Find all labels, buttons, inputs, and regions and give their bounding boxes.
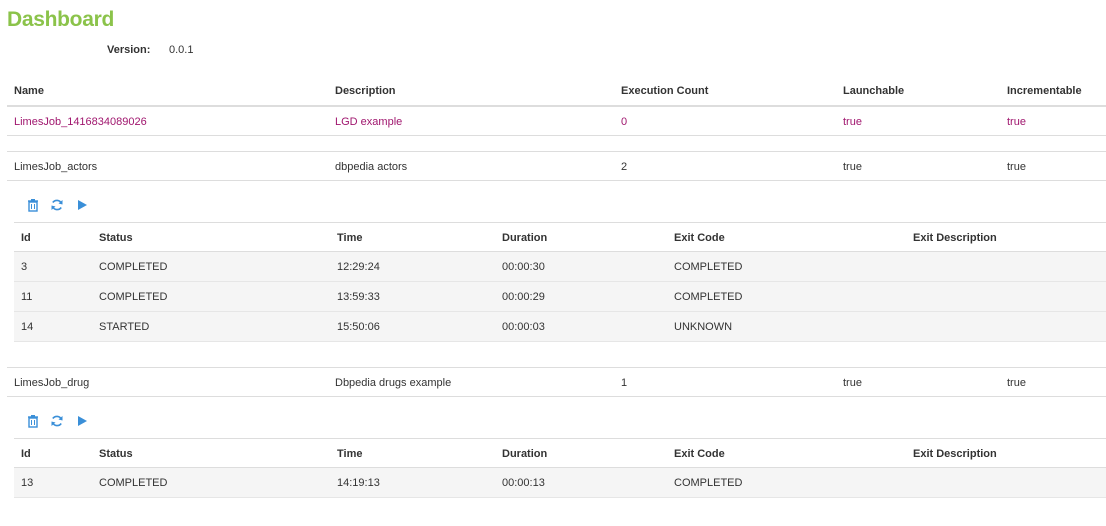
column-header-exit-code: Exit Code (674, 232, 725, 244)
job-incrementable: true (1007, 161, 1026, 173)
execution-status: STARTED (99, 321, 150, 333)
execution-duration: 00:00:03 (502, 321, 545, 333)
execution-duration: 00:00:13 (502, 477, 545, 489)
execution-time: 14:19:13 (337, 477, 380, 489)
play-icon[interactable] (75, 198, 89, 212)
column-header-status: Status (99, 232, 133, 244)
column-header-status: Status (99, 448, 133, 460)
column-header-time: Time (337, 232, 363, 244)
execution-id: 14 (21, 321, 34, 333)
execution-id: 3 (21, 261, 28, 273)
execution-id: 13 (21, 477, 34, 489)
column-header-exit-code: Exit Code (674, 448, 725, 460)
execution-time: 15:50:06 (337, 321, 380, 333)
version-label: Version: (107, 44, 151, 56)
column-header-name: Name (14, 85, 44, 97)
column-header-launchable: Launchable (843, 85, 905, 97)
column-header-incrementable: Incrementable (1007, 85, 1082, 97)
execution-exit-code: UNKNOWN (674, 321, 733, 333)
execution-status: COMPLETED (99, 261, 168, 273)
column-header-id: Id (21, 232, 31, 244)
job-description: Dbpedia drugs example (335, 377, 452, 389)
trash-icon[interactable] (26, 198, 40, 212)
column-header-time: Time (337, 448, 363, 460)
job-name: LimesJob_actors (14, 161, 98, 173)
column-header-execution-count: Execution Count (621, 85, 709, 97)
column-header-exit-description: Exit Description (913, 448, 997, 460)
execution-id: 11 (21, 291, 33, 303)
play-icon[interactable] (75, 414, 89, 428)
executions-table-header: Id Status Time Duration Exit Code Exit D… (14, 222, 1106, 252)
job-launchable: true (843, 161, 862, 173)
job-launchable: true (843, 377, 862, 389)
column-header-duration: Duration (502, 448, 548, 460)
version-value: 0.0.1 (169, 44, 194, 56)
job-execution-count: 1 (621, 377, 628, 389)
page-title: Dashboard (7, 8, 114, 31)
execution-time: 13:59:33 (337, 291, 380, 303)
job-launchable: true (843, 116, 862, 128)
column-header-duration: Duration (502, 232, 548, 244)
column-header-exit-description: Exit Description (913, 232, 997, 244)
job-description: LGD example (335, 116, 403, 128)
executions-table-header: Id Status Time Duration Exit Code Exit D… (14, 438, 1106, 468)
execution-duration: 00:00:29 (502, 291, 545, 303)
job-incrementable: true (1007, 377, 1026, 389)
job-row[interactable]: LimesJob_1416834089026 LGD example 0 tru… (7, 106, 1106, 136)
execution-row[interactable]: 11 COMPLETED 13:59:33 00:00:29 COMPLETED (14, 282, 1106, 312)
trash-icon[interactable] (26, 414, 40, 428)
execution-status: COMPLETED (99, 477, 168, 489)
job-execution-count: 2 (621, 161, 628, 173)
execution-exit-code: COMPLETED (674, 291, 743, 303)
job-row[interactable]: LimesJob_drug Dbpedia drugs example 1 tr… (7, 367, 1106, 397)
execution-exit-code: COMPLETED (674, 261, 743, 273)
refresh-icon[interactable] (50, 414, 64, 428)
jobs-table-header: Name Description Execution Count Launcha… (7, 76, 1106, 106)
execution-duration: 00:00:30 (502, 261, 545, 273)
execution-row[interactable]: 14 STARTED 15:50:06 00:00:03 UNKNOWN (14, 312, 1106, 342)
execution-time: 12:29:24 (337, 261, 380, 273)
column-header-description: Description (335, 85, 396, 97)
execution-row[interactable]: 3 COMPLETED 12:29:24 00:00:30 COMPLETED (14, 252, 1106, 282)
execution-row[interactable]: 13 COMPLETED 14:19:13 00:00:13 COMPLETED (14, 468, 1106, 498)
column-header-id: Id (21, 448, 31, 460)
job-description: dbpedia actors (335, 161, 408, 173)
job-incrementable: true (1007, 116, 1026, 128)
refresh-icon[interactable] (50, 198, 64, 212)
job-row[interactable]: LimesJob_actors dbpedia actors 2 true tr… (7, 151, 1106, 181)
job-name: LimesJob_1416834089026 (14, 116, 147, 128)
execution-status: COMPLETED (99, 291, 168, 303)
job-name: LimesJob_drug (14, 377, 90, 389)
execution-exit-code: COMPLETED (674, 477, 743, 489)
job-execution-count: 0 (621, 116, 628, 128)
